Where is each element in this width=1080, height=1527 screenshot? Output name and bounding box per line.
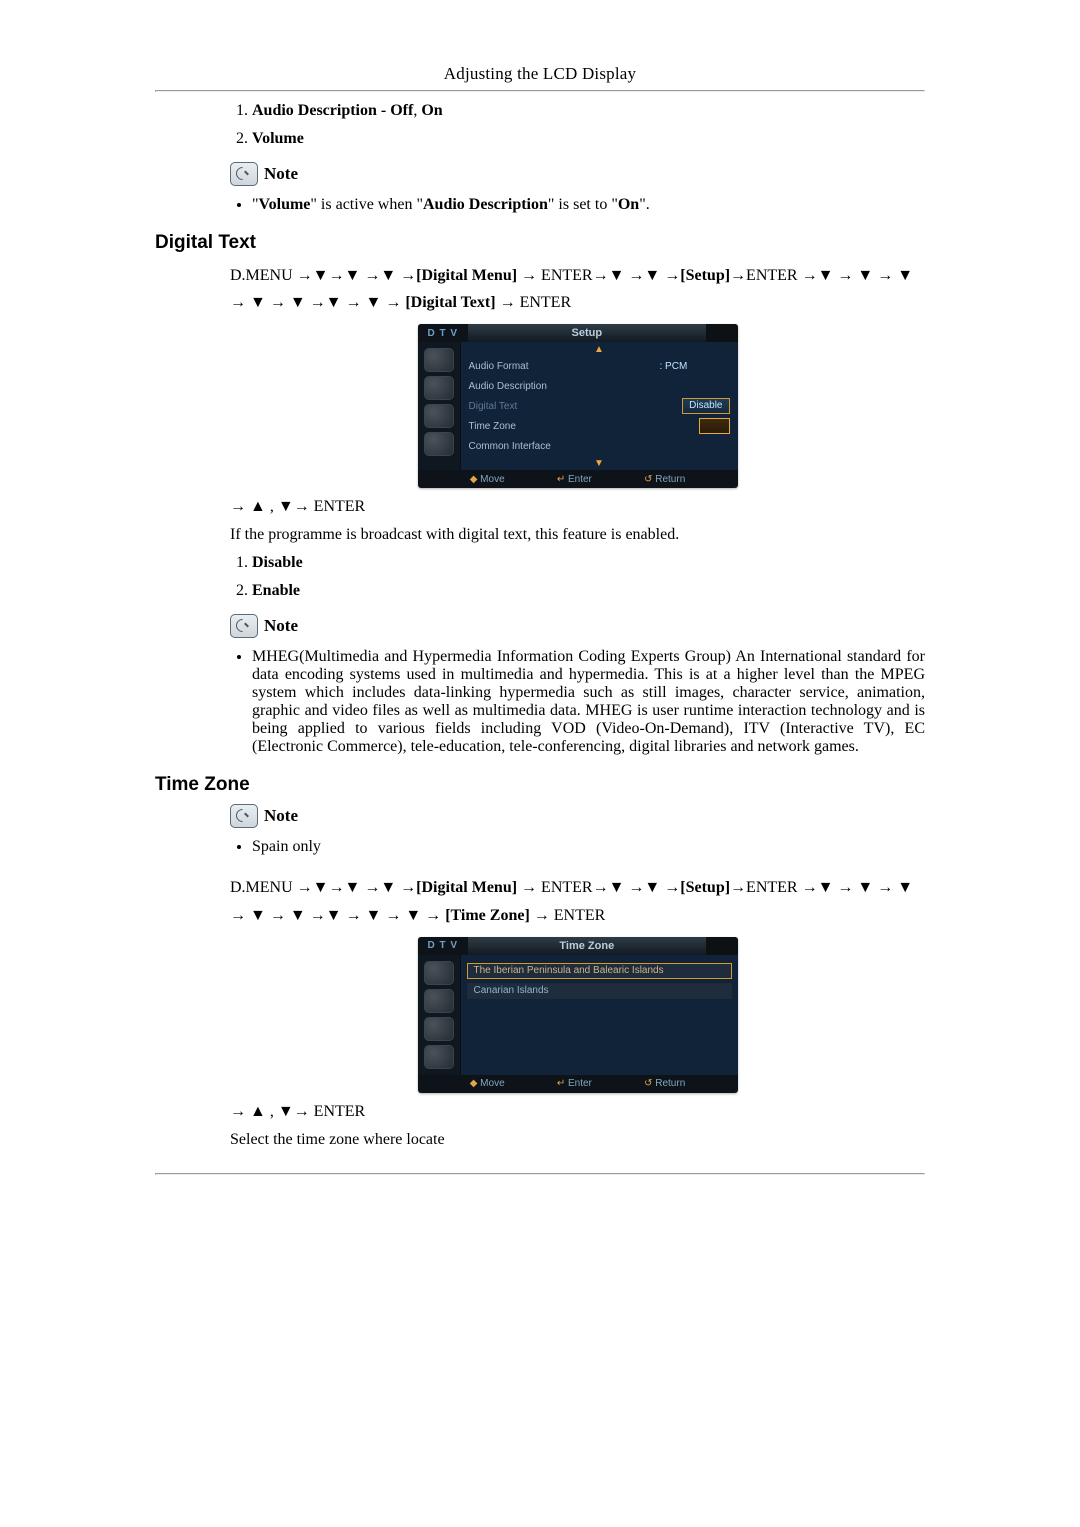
note-icon	[230, 614, 258, 638]
note-tz-bullets: Spain only	[230, 838, 925, 856]
osd-tab-title: Setup	[468, 327, 705, 339]
note-icon	[230, 804, 258, 828]
nav-path-time-zone: D.MENU →▼→▼ →▼ →[Digital Menu] → ENTER→▼…	[230, 874, 925, 928]
nav-path-digital-text: D.MENU →▼→▼ →▼ →[Digital Menu] → ENTER→▼…	[230, 262, 925, 316]
osd-tz-option-selected: The Iberian Peninsula and Balearic Islan…	[467, 963, 732, 979]
note-dt-bullets: MHEG(Multimedia and Hypermedia Informati…	[230, 648, 925, 756]
note-audio-bullets: "Volume" is active when "Audio Descripti…	[230, 196, 925, 214]
list-item-volume: Volume	[252, 130, 925, 148]
osd-tab-end	[706, 937, 738, 955]
footer-rule	[155, 1173, 925, 1175]
note-icon	[230, 162, 258, 186]
osd-side-icon	[424, 1017, 454, 1041]
note-digital-text: Note	[230, 614, 925, 638]
osd-tab-title: Time Zone	[468, 940, 705, 952]
osd-timezone-screenshot: D T V Time Zone The Iberian Peninsula an…	[418, 937, 738, 1093]
osd-row-audio-format: Audio Format : PCM	[461, 356, 738, 376]
page-header-title: Adjusting the LCD Display	[155, 64, 925, 84]
osd-row-audio-desc: Audio Description	[461, 376, 738, 396]
nav-after-img-dt: → ▲ , ▼→ ENTER	[230, 498, 925, 516]
osd-dtv-label: D T V	[418, 937, 469, 955]
list-item-audio-description: Audio Description - Off, On	[252, 102, 925, 120]
osd-side-icon	[424, 432, 454, 456]
osd-side-icons	[418, 955, 461, 1075]
osd-dtv-label: D T V	[418, 324, 469, 342]
osd-side-icon	[424, 961, 454, 985]
note-audio-bullet: "Volume" is active when "Audio Descripti…	[252, 196, 925, 214]
osd-row-digital-text: Digital Text Disable	[461, 396, 738, 416]
osd-side-icon	[424, 376, 454, 400]
header-rule	[155, 90, 925, 92]
heading-digital-text: Digital Text	[155, 232, 925, 254]
osd-tab-end	[706, 324, 738, 342]
digital-text-list: Disable Enable	[230, 554, 925, 600]
osd-foot: ◆ Move ↵ Enter ↺ Return	[418, 470, 738, 488]
intro-list: Audio Description - Off, On Volume	[230, 102, 925, 148]
osd-side-icon	[424, 348, 454, 372]
osd-foot: ◆ Move ↵ Enter ↺ Return	[418, 1075, 738, 1093]
heading-time-zone: Time Zone	[155, 774, 925, 796]
osd-arrow-down: ▼	[461, 456, 738, 470]
osd-row-time-zone: Time Zone	[461, 416, 738, 436]
osd-side-icon	[424, 404, 454, 428]
nav-after-img-tz: → ▲ , ▼→ ENTER	[230, 1103, 925, 1121]
note-tz-bullet: Spain only	[252, 838, 925, 856]
osd-arrow-up: ▲	[461, 342, 738, 356]
time-zone-desc: Select the time zone where locate	[230, 1131, 925, 1149]
osd-side-icon	[424, 1045, 454, 1069]
osd-setup-screenshot: D T V Setup ▲ Audio Format : PCM	[418, 324, 738, 488]
osd-tz-option: Canarian Islands	[467, 983, 732, 999]
digital-text-desc: If the programme is broadcast with digit…	[230, 526, 925, 544]
osd-side-icons	[418, 342, 461, 470]
list-item-disable: Disable	[252, 554, 925, 572]
osd-side-icon	[424, 989, 454, 1013]
note-time-zone: Note	[230, 804, 925, 828]
note-dt-bullet: MHEG(Multimedia and Hypermedia Informati…	[252, 648, 925, 756]
list-item-enable: Enable	[252, 582, 925, 600]
note-audio: Note	[230, 162, 925, 186]
osd-row-common-interface: Common Interface	[461, 436, 738, 456]
